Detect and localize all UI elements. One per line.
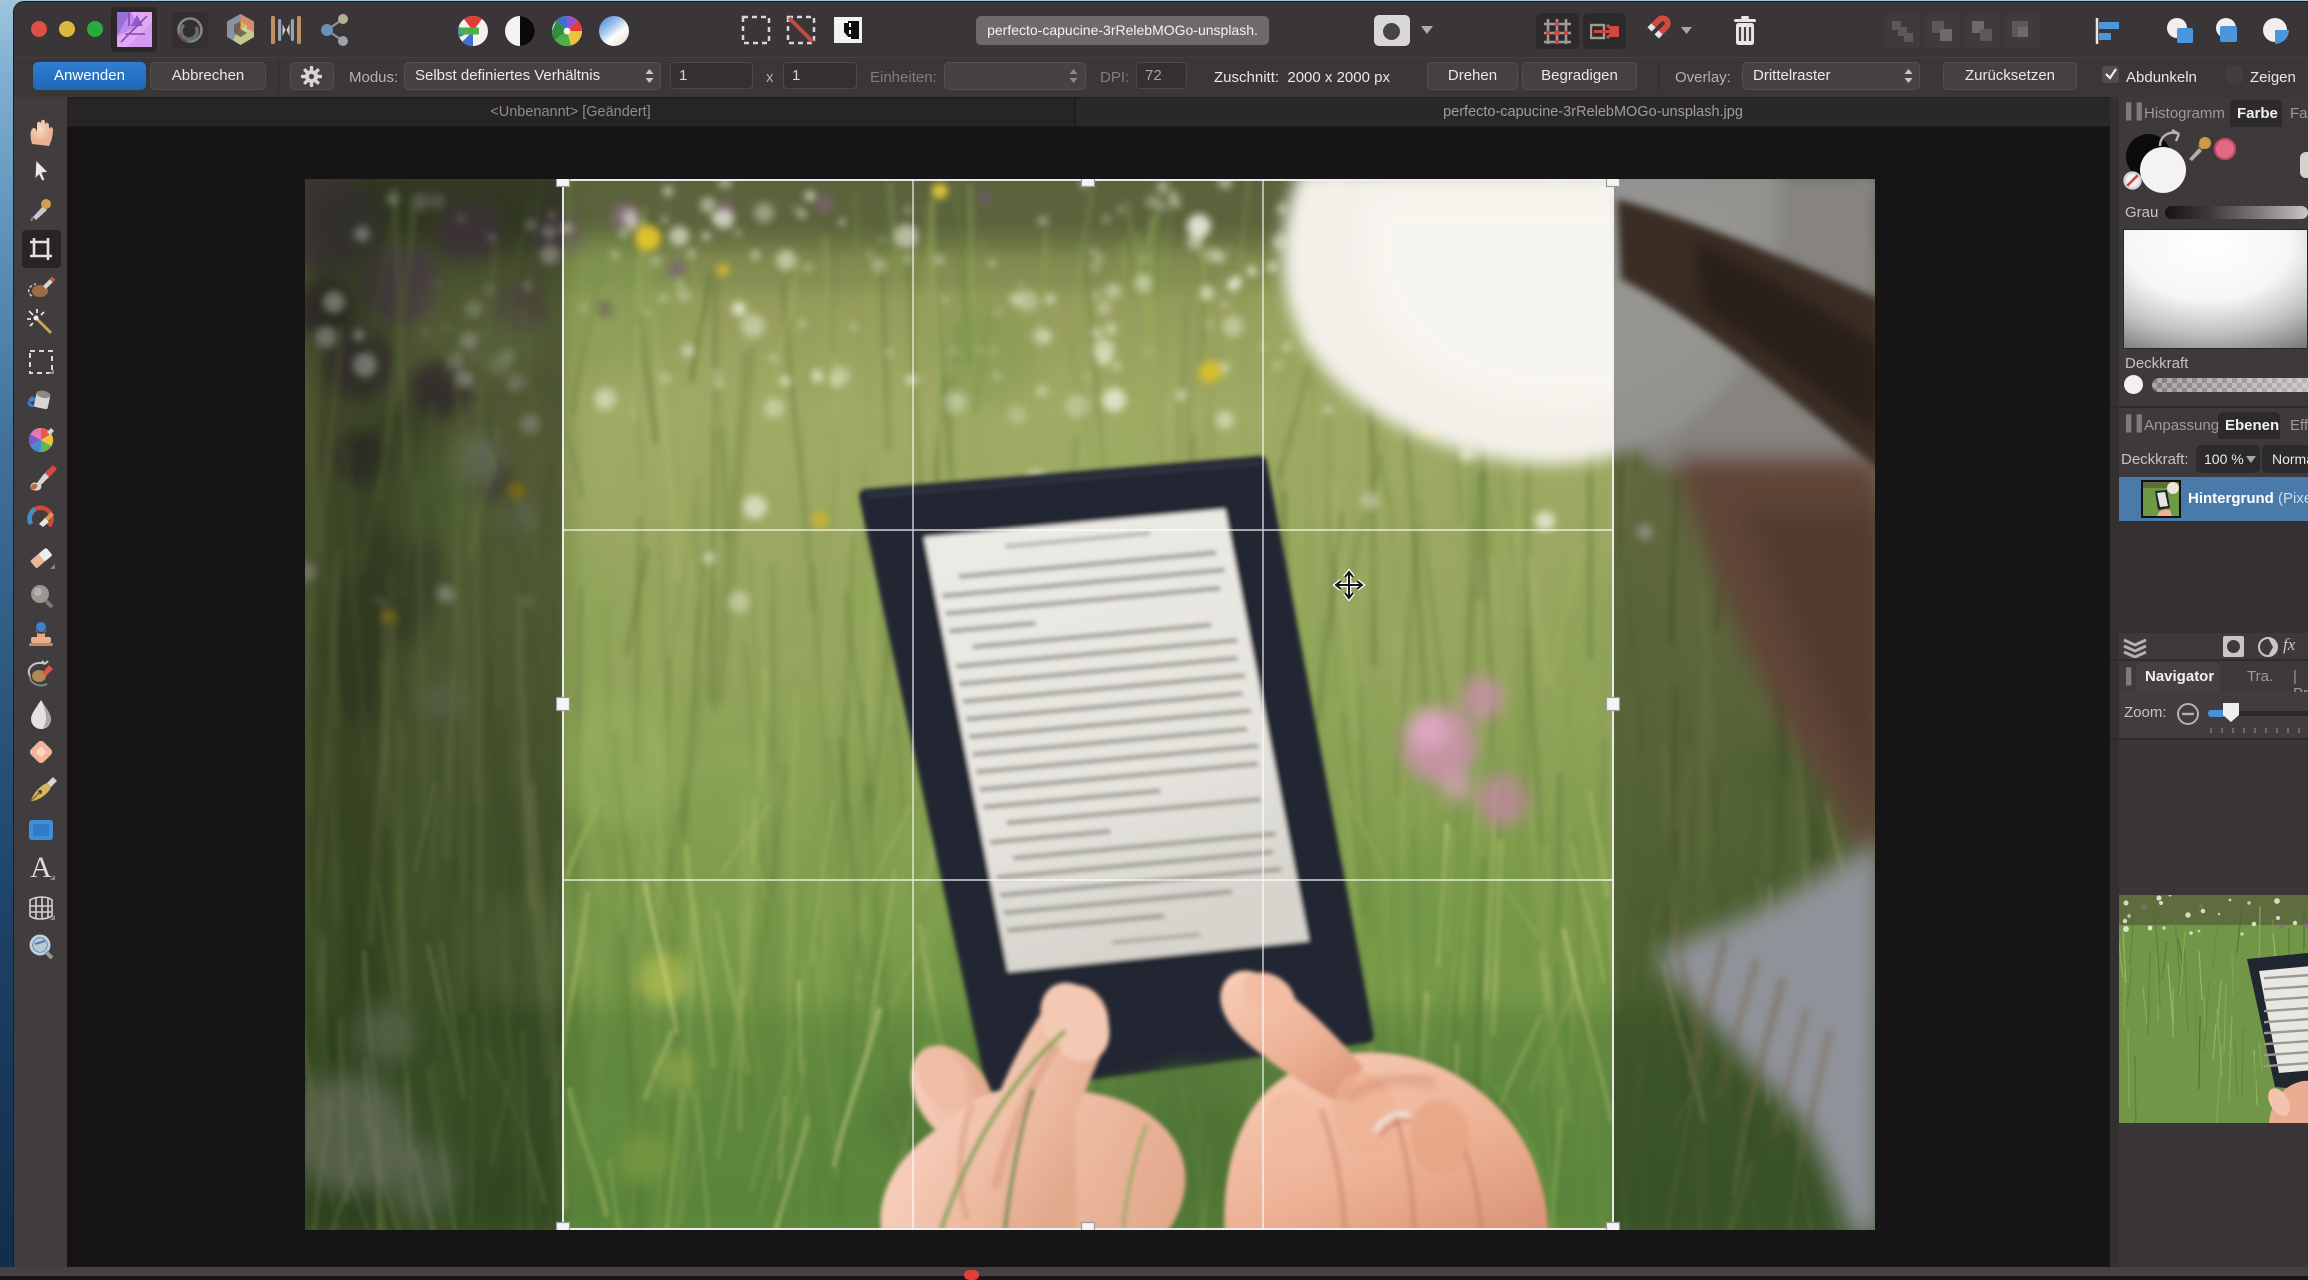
svg-text:A: A bbox=[30, 851, 52, 884]
